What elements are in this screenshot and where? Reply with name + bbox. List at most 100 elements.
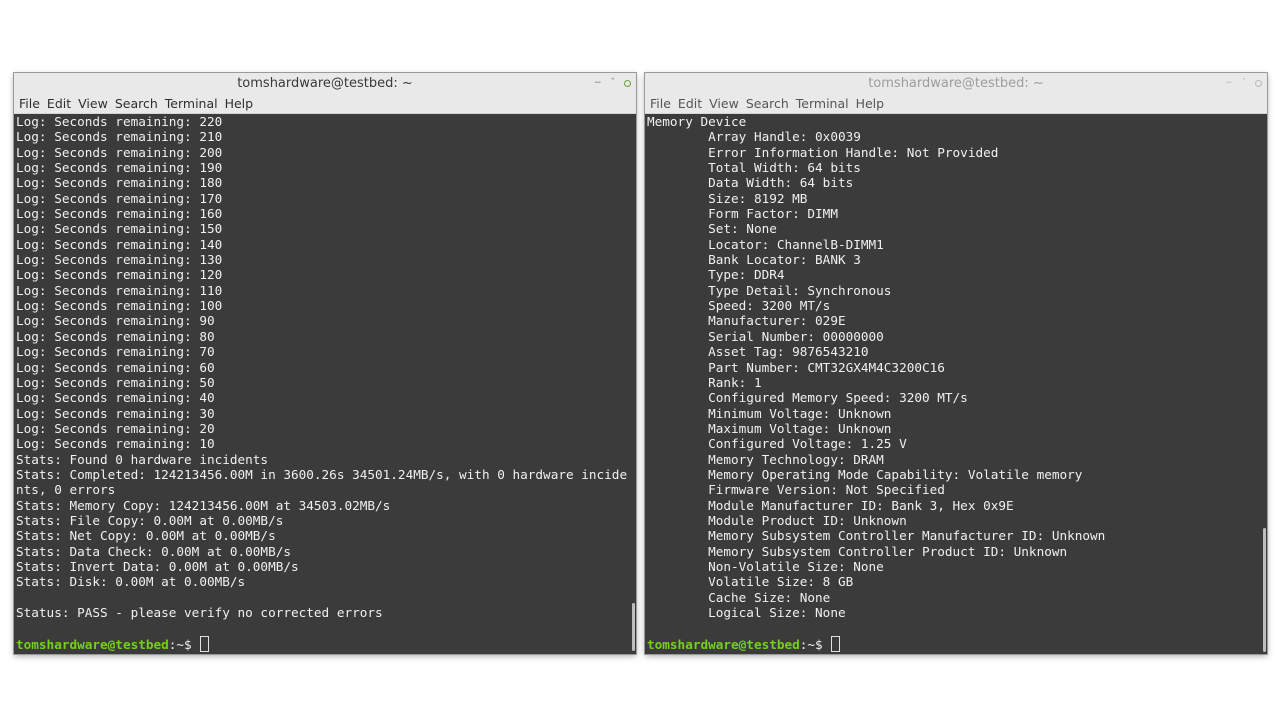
terminal-line: Log: Seconds remaining: 10 — [16, 436, 215, 452]
scrollbar[interactable] — [632, 603, 635, 651]
terminal-line: Data Width: 64 bits — [647, 175, 854, 191]
window-controls: − ˆ — [1225, 73, 1262, 94]
shell-prompt: tomshardware@testbed:~$ — [647, 635, 1267, 652]
terminal-line: Log: Seconds remaining: 130 — [16, 252, 223, 268]
menu-help[interactable]: Help — [856, 94, 885, 113]
maximize-icon[interactable]: ˆ — [611, 73, 616, 94]
terminal-line: Form Factor: DIMM — [647, 206, 838, 222]
terminal-line: Log: Seconds remaining: 190 — [16, 160, 223, 176]
terminal-line: Cache Size: None — [647, 589, 831, 605]
window-controls: − ˆ — [594, 73, 631, 94]
close-icon[interactable] — [1255, 80, 1262, 87]
terminal-line: Log: Seconds remaining: 210 — [16, 129, 223, 145]
terminal-line: Log: Seconds remaining: 200 — [16, 144, 223, 160]
menu-file[interactable]: File — [19, 94, 40, 113]
menu-terminal[interactable]: Terminal — [796, 94, 849, 113]
menu-view[interactable]: View — [78, 94, 108, 113]
terminal-line: Bank Locator: BANK 3 — [647, 252, 861, 268]
menu-terminal[interactable]: Terminal — [165, 94, 218, 113]
terminal-line: Set: None — [647, 221, 777, 237]
terminal-line: Speed: 3200 MT/s — [647, 298, 831, 314]
terminal-line: Module Manufacturer ID: Bank 3, Hex 0x9E — [647, 497, 1014, 513]
terminal-line: Log: Seconds remaining: 80 — [16, 328, 215, 344]
terminal-line: Stats: Found 0 hardware incidents — [16, 451, 269, 467]
terminal-line: Configured Memory Speed: 3200 MT/s — [647, 390, 968, 406]
window-title: tomshardware@testbed: ~ — [868, 76, 1044, 91]
terminal-output[interactable]: Memory Device Array Handle: 0x0039 Error… — [645, 114, 1267, 654]
close-icon[interactable] — [624, 80, 631, 87]
terminal-line: Status: PASS - please verify no correcte… — [16, 605, 383, 620]
terminal-line: Stats: Memory Copy: 124213456.00M at 345… — [16, 497, 391, 513]
terminal-line: Log: Seconds remaining: 30 — [16, 405, 215, 421]
text-cursor — [200, 635, 210, 652]
terminal-line: Stats: Disk: 0.00M at 0.00MB/s — [16, 574, 246, 590]
menu-help[interactable]: Help — [225, 94, 254, 113]
terminal-line: Log: Seconds remaining: 110 — [16, 282, 223, 298]
menu-search[interactable]: Search — [746, 94, 789, 113]
terminal-line: Log: Seconds remaining: 70 — [16, 344, 215, 360]
terminal-line: Memory Technology: DRAM — [647, 451, 884, 467]
menu-view[interactable]: View — [709, 94, 739, 113]
terminal-line: Log: Seconds remaining: 60 — [16, 359, 215, 375]
terminal-line: Memory Subsystem Controller Product ID: … — [647, 543, 1068, 559]
terminal-line: Log: Seconds remaining: 180 — [16, 175, 223, 191]
title-bar[interactable]: tomshardware@testbed: ~ − ˆ — [645, 73, 1267, 94]
menu-bar: File Edit View Search Terminal Help — [14, 94, 636, 114]
terminal-line: Log: Seconds remaining: 140 — [16, 236, 223, 252]
terminal-line: Firmware Version: Not Specified — [647, 482, 945, 498]
terminal-line: Type: DDR4 — [647, 267, 785, 283]
terminal-line: Log: Seconds remaining: 220 — [16, 114, 223, 129]
terminal-window-left[interactable]: tomshardware@testbed: ~ − ˆ File Edit Vi… — [14, 73, 636, 654]
minimize-icon[interactable]: − — [1225, 73, 1233, 94]
text-cursor — [831, 635, 841, 652]
menu-search[interactable]: Search — [115, 94, 158, 113]
terminal-line: Size: 8192 MB — [647, 190, 808, 206]
minimize-icon[interactable]: − — [594, 73, 602, 94]
scrollbar[interactable] — [1263, 528, 1266, 652]
terminal-line: Stats: Net Copy: 0.00M at 0.00MB/s — [16, 528, 276, 544]
terminal-line: Locator: ChannelB-DIMM1 — [647, 236, 884, 252]
terminal-line: Non-Volatile Size: None — [647, 558, 884, 574]
terminal-line: Stats: File Copy: 0.00M at 0.00MB/s — [16, 512, 284, 528]
prompt-user: tomshardware@testbed — [16, 636, 169, 652]
menu-bar: File Edit View Search Terminal Help — [645, 94, 1267, 114]
terminal-line: Log: Seconds remaining: 100 — [16, 298, 223, 314]
terminal-line: Serial Number: 00000000 — [647, 328, 884, 344]
menu-file[interactable]: File — [650, 94, 671, 113]
shell-prompt: tomshardware@testbed:~$ — [16, 635, 636, 652]
terminal-line: Manufacturer: 029E — [647, 313, 846, 329]
maximize-icon[interactable]: ˆ — [1242, 73, 1247, 94]
terminal-line: Total Width: 64 bits — [647, 160, 861, 176]
terminal-line: Stats: Invert Data: 0.00M at 0.00MB/s — [16, 558, 299, 574]
terminal-line: Asset Tag: 9876543210 — [647, 344, 869, 360]
terminal-line: Log: Seconds remaining: 40 — [16, 390, 215, 406]
terminal-line: Minimum Voltage: Unknown — [647, 405, 892, 421]
terminal-line: Stats: Data Check: 0.00M at 0.00MB/s — [16, 543, 291, 559]
terminal-line: nts, 0 errors — [16, 482, 116, 498]
terminal-line: Memory Device — [647, 114, 747, 129]
terminal-line: Log: Seconds remaining: 50 — [16, 374, 215, 390]
terminal-line: Memory Subsystem Controller Manufacturer… — [647, 528, 1106, 544]
terminal-window-right[interactable]: tomshardware@testbed: ~ − ˆ File Edit Vi… — [645, 73, 1267, 654]
window-title: tomshardware@testbed: ~ — [237, 76, 413, 91]
terminal-line: Log: Seconds remaining: 90 — [16, 313, 215, 329]
terminal-line: Log: Seconds remaining: 170 — [16, 190, 223, 206]
menu-edit[interactable]: Edit — [678, 94, 702, 113]
prompt-path: :~$ — [799, 636, 831, 652]
terminal-line: Log: Seconds remaining: 150 — [16, 221, 223, 237]
terminal-line: Memory Operating Mode Capability: Volati… — [647, 466, 1083, 482]
terminal-output[interactable]: Log: Seconds remaining: 220 Log: Seconds … — [14, 114, 636, 654]
terminal-line: Maximum Voltage: Unknown — [647, 420, 892, 436]
terminal-line: Stats: Completed: 124213456.00M in 3600.… — [16, 466, 628, 482]
terminal-line: Volatile Size: 8 GB — [647, 574, 854, 590]
prompt-path: :~$ — [168, 636, 200, 652]
menu-edit[interactable]: Edit — [47, 94, 71, 113]
terminal-line: Array Handle: 0x0039 — [647, 129, 861, 145]
terminal-line: Module Product ID: Unknown — [647, 512, 907, 528]
terminal-line: Logical Size: None — [647, 605, 846, 620]
terminal-line: Log: Seconds remaining: 20 — [16, 420, 215, 436]
title-bar[interactable]: tomshardware@testbed: ~ − ˆ — [14, 73, 636, 94]
